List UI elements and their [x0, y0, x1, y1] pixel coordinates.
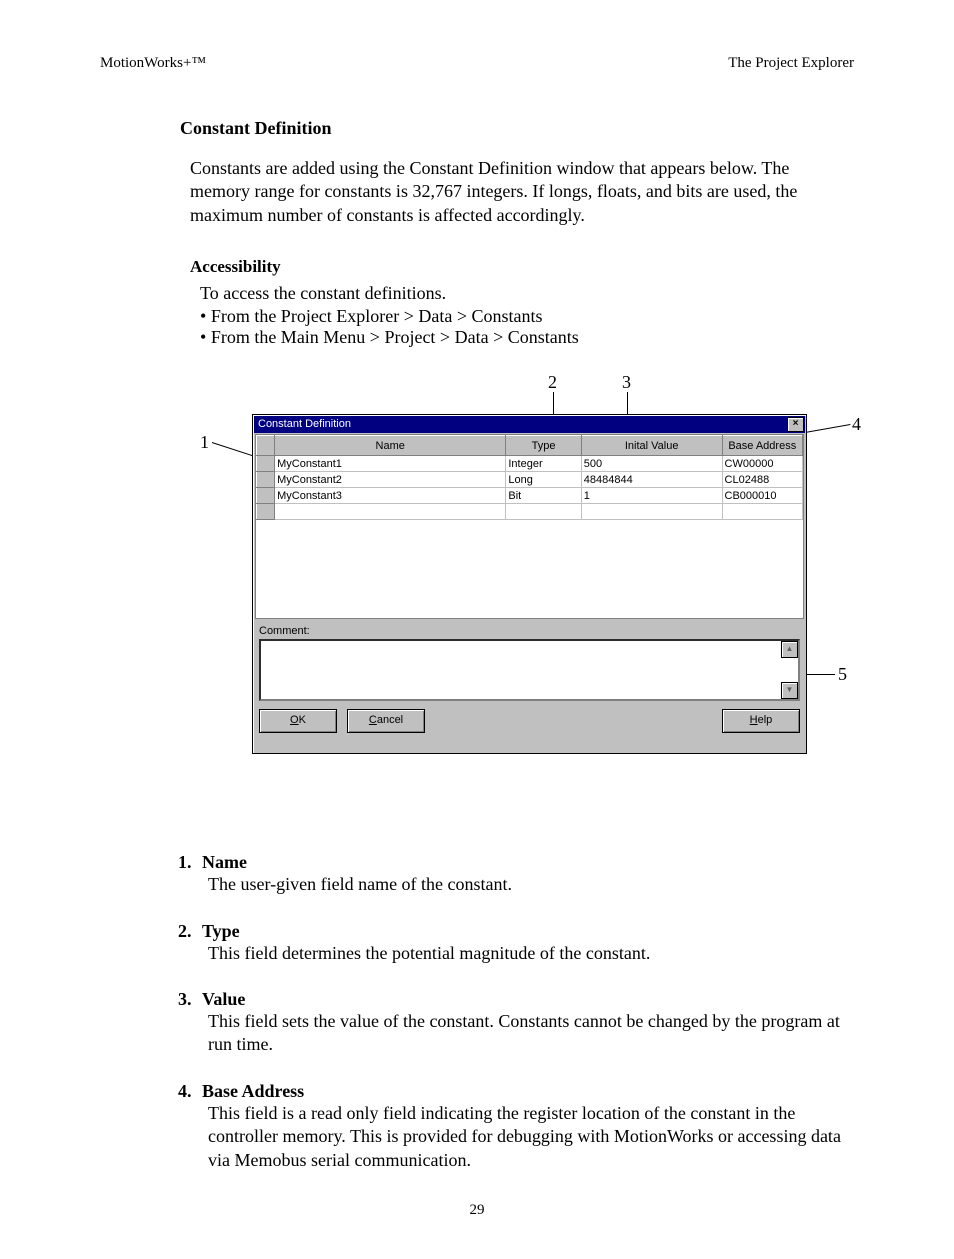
header-right: The Project Explorer: [728, 55, 854, 72]
table-row[interactable]: MyConstant2 Long 48484844 CL02488: [257, 472, 803, 488]
cell-type[interactable]: Long: [506, 472, 581, 488]
comment-label: Comment:: [259, 625, 806, 637]
definitions-list: 1.Name The user-given field name of the …: [178, 852, 854, 1172]
callout-1: 1: [200, 432, 209, 453]
header-left: MotionWorks+™: [100, 55, 206, 72]
definition-item: 3.Value This field sets the value of the…: [178, 989, 854, 1057]
help-button[interactable]: Help: [722, 709, 800, 733]
table-row[interactable]: [257, 504, 803, 520]
definition-item: 4.Base Address This field is a read only…: [178, 1081, 854, 1172]
column-header-base[interactable]: Base Address: [722, 436, 802, 456]
dialog-titlebar[interactable]: Constant Definition ×: [254, 416, 805, 433]
definition-item: 2.Type This field determines the potenti…: [178, 921, 854, 965]
cell-value[interactable]: 48484844: [581, 472, 722, 488]
column-header-name[interactable]: Name: [275, 436, 506, 456]
scroll-down-icon[interactable]: ▼: [781, 682, 798, 699]
accessibility-list: From the Project Explorer > Data > Const…: [200, 306, 854, 348]
diagram: 2 3 1 4 5 Constant Definition ×: [150, 372, 854, 782]
table-row[interactable]: MyConstant1 Integer 500 CW00000: [257, 456, 803, 472]
accessibility-lead: To access the constant definitions.: [200, 283, 854, 304]
callout-3: 3: [622, 372, 631, 393]
list-item: From the Main Menu > Project > Data > Co…: [200, 327, 854, 348]
cell-base: CB000010: [722, 488, 802, 504]
cell-base: CW00000: [722, 456, 802, 472]
intro-paragraph: Constants are added using the Constant D…: [190, 157, 850, 227]
callout-5: 5: [838, 664, 847, 685]
callout-2: 2: [548, 372, 557, 393]
definition-item: 1.Name The user-given field name of the …: [178, 852, 854, 896]
close-icon[interactable]: ×: [787, 417, 804, 432]
row-header-corner: [257, 436, 275, 456]
cell-name[interactable]: MyConstant1: [275, 456, 506, 472]
callout-4: 4: [852, 414, 861, 435]
cell-value[interactable]: 500: [581, 456, 722, 472]
cell-type[interactable]: Integer: [506, 456, 581, 472]
scroll-up-icon[interactable]: ▲: [781, 641, 798, 658]
cancel-button[interactable]: Cancel: [347, 709, 425, 733]
cell-name[interactable]: MyConstant2: [275, 472, 506, 488]
page-number: 29: [100, 1202, 854, 1219]
constant-definition-dialog: Constant Definition × Name Type: [252, 414, 807, 754]
cell-value[interactable]: 1: [581, 488, 722, 504]
cell-name[interactable]: MyConstant3: [275, 488, 506, 504]
list-item: From the Project Explorer > Data > Const…: [200, 306, 854, 327]
dialog-title: Constant Definition: [258, 416, 351, 433]
column-header-value[interactable]: Inital Value: [581, 436, 722, 456]
comment-field[interactable]: ▲ ▼: [259, 639, 800, 701]
column-header-type[interactable]: Type: [506, 436, 581, 456]
accessibility-heading: Accessibility: [190, 257, 854, 277]
constants-grid[interactable]: Name Type Inital Value Base Address MyCo…: [255, 434, 804, 619]
table-row[interactable]: MyConstant3 Bit 1 CB000010: [257, 488, 803, 504]
cell-base: CL02488: [722, 472, 802, 488]
section-title: Constant Definition: [180, 118, 854, 139]
ok-button[interactable]: OK: [259, 709, 337, 733]
cell-type[interactable]: Bit: [506, 488, 581, 504]
